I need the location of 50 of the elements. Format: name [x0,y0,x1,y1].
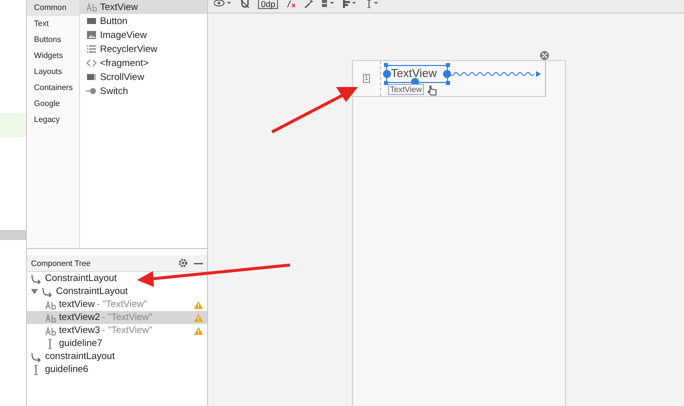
palette-category[interactable]: Common [27,0,79,16]
image-icon [86,30,97,40]
list-icon [86,44,97,54]
text-icon [45,312,56,322]
constraint-icon [31,274,42,284]
code-brackets-icon [86,58,97,68]
button-icon [86,16,97,26]
palette-category[interactable]: Text [27,16,79,32]
guideline-icon[interactable] [365,0,380,8]
palette-item[interactable]: RecyclerView [80,42,207,56]
text-icon [45,326,56,336]
tree-node[interactable]: ConstraintLayout [27,272,207,285]
magnet-icon[interactable] [240,0,250,8]
palette-category[interactable]: Containers [27,80,79,96]
minimize-icon[interactable] [194,262,203,264]
palette-category[interactable]: Google [27,96,79,112]
switch-icon [86,86,97,96]
constraint-icon [42,286,53,296]
margin-field[interactable]: 0dp [258,0,278,9]
tree-node[interactable]: textView2 - "TextView" [27,311,207,324]
panel-title: Component Tree [31,258,92,268]
palette-category[interactable]: Legacy [27,112,79,128]
scroll-icon [86,72,97,82]
constraint-icon [31,352,42,362]
palette-item[interactable]: TextView [80,0,207,14]
clear-constraints-icon[interactable] [286,0,296,8]
collapse-triangle-icon[interactable] [31,288,38,295]
text-icon [45,300,56,310]
magic-wand-icon[interactable] [304,0,314,8]
tree-node[interactable]: guideline6 [27,363,207,376]
tree-node[interactable]: guideline7 [27,337,207,350]
text-icon [86,2,97,12]
eye-icon[interactable] [214,0,232,8]
palette-category[interactable]: Layouts [27,64,79,80]
palette-category[interactable]: Buttons [27,32,79,48]
align-icon[interactable] [343,0,358,8]
settings-icon[interactable] [178,258,188,268]
palette-item[interactable]: ScrollView [80,70,207,84]
tree-node[interactable]: constraintLayout [27,350,207,363]
hand-cursor-icon [427,85,437,96]
percent-icon[interactable] [540,51,549,60]
tree-node[interactable]: textView - "TextView" [27,298,207,311]
tree-node[interactable]: textView3 - "TextView" [27,324,207,337]
palette-item[interactable]: ImageView [80,28,207,42]
widget-tag: TextView [388,84,424,95]
palette-item[interactable]: <fragment> [80,56,207,70]
palette-item[interactable]: Switch [80,84,207,98]
palette-item[interactable]: Button [80,14,207,28]
tree-node[interactable]: ConstraintLayout [27,285,207,298]
palette-category[interactable]: Widgets [27,48,79,64]
